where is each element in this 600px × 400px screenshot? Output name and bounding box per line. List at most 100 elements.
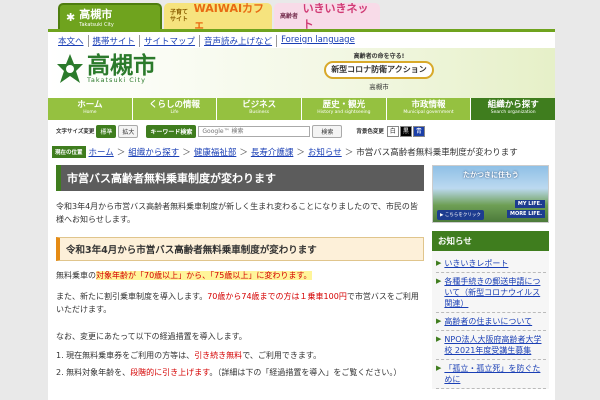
breadcrumb-separator: ＞ bbox=[296, 148, 305, 158]
portal-tab-city-sub: Takatsuki City bbox=[79, 22, 114, 28]
breadcrumb-separator: ＞ bbox=[239, 148, 248, 158]
site-logo[interactable]: 高槻市 Takatsuki City bbox=[56, 52, 156, 86]
banner-click-label: こちらをクリック bbox=[444, 213, 481, 218]
covid-campaign-banner[interactable]: 高齢者の命を守る! 新型コロナ防衛アクション 高槻市 bbox=[318, 51, 440, 95]
nav-life-label: くらしの情報 bbox=[149, 100, 201, 110]
site-frame: 本文へ 携帯サイト サイトマップ 音声読み上げなど Foreign langua… bbox=[48, 29, 556, 400]
portal-tab-waiwai-label: WAIWAIカフェ bbox=[193, 2, 265, 31]
search-input[interactable] bbox=[198, 125, 311, 137]
news-link-senior-college[interactable]: NPO法人大阪府高齢者大学校 2021年度受講生募集 bbox=[444, 334, 546, 356]
news-link-senior-housing[interactable]: 高齢者の住まいについて bbox=[444, 316, 532, 327]
transition-item-2-suffix: 。（詳細は下の「経過措置を導入」をご覧ください。） bbox=[209, 368, 402, 377]
page-title: 市営バス高齢者無料乗車制度が変わります bbox=[56, 165, 424, 191]
breadcrumb: 現在の位置 ホーム ＞ 組織から探す ＞ 健康福祉部 ＞ 長寿介護課 ＞ お知ら… bbox=[52, 146, 518, 158]
keyword-search-label: キーワード検索 bbox=[146, 124, 197, 138]
font-size-standard-button[interactable]: 標準 bbox=[96, 124, 117, 138]
transition-item-1: 1. 現在無料乗車券をご利用の方等は、引き続き無料で、ご利用できます。 bbox=[56, 349, 424, 362]
nav-history[interactable]: 歴史・観光 History and sightseeing bbox=[302, 98, 387, 120]
news-link-mail-application[interactable]: 各種手続きの郵送申請について（新型コロナウイルス関連） bbox=[444, 276, 546, 309]
breadcrumb-separator: ＞ bbox=[182, 148, 191, 158]
news-item: ▶ 高齢者の住まいについて bbox=[436, 313, 546, 331]
live-in-takatsuki-banner[interactable]: たかつきに住もう MY LIFE. MORE LIFE. ▶ こちらをクリック bbox=[432, 165, 549, 223]
banner-more-life: MORE LIFE. bbox=[506, 210, 545, 218]
link-mobile-site[interactable]: 携帯サイト bbox=[87, 35, 140, 47]
font-size-enlarge-button[interactable]: 拡大 bbox=[118, 124, 139, 138]
banner-my-life: MY LIFE. bbox=[514, 200, 545, 208]
news-item: ▶ いきいきレポート bbox=[436, 255, 546, 273]
paragraph-transition: なお、変更にあたって以下の経過措置を導入します。 bbox=[56, 332, 247, 341]
banner-title: たかつきに住もう bbox=[463, 171, 519, 179]
nav-municipal-en: Municipal government bbox=[403, 110, 454, 115]
breadcrumb-home[interactable]: ホーム bbox=[89, 146, 114, 158]
transition-item-1-prefix: 1. 現在無料乗車券をご利用の方等は、 bbox=[56, 351, 195, 360]
news-link-ikiiki-report[interactable]: いきいきレポート bbox=[444, 258, 508, 269]
transition-item-2-prefix: 2. 無料対象年齢を、 bbox=[56, 368, 131, 377]
nav-life[interactable]: くらしの情報 Life bbox=[133, 98, 218, 120]
news-item: ▶ 各種手続きの郵送申請について（新型コロナウイルス関連） bbox=[436, 273, 546, 313]
nav-organization-en: Search organization bbox=[490, 110, 536, 115]
breadcrumb-health-welfare[interactable]: 健康福祉部 bbox=[194, 146, 237, 158]
global-nav: ホーム Home くらしの情報 Life ビジネス Business 歴史・観光 His… bbox=[48, 98, 556, 120]
link-skip-to-content[interactable]: 本文へ bbox=[56, 35, 88, 47]
nav-history-label: 歴史・観光 bbox=[322, 100, 366, 110]
paragraph-age-change-prefix: 無料乗車の bbox=[56, 271, 96, 280]
portal-tab-city-label: 高槻市 bbox=[79, 8, 113, 21]
breadcrumb-longevity-care[interactable]: 長寿介護課 bbox=[251, 146, 294, 158]
right-sidebar: たかつきに住もう MY LIFE. MORE LIFE. ▶ こちらをクリック … bbox=[432, 165, 549, 389]
arrow-right-icon: ▶ bbox=[436, 364, 442, 372]
portal-tab-ikiiki[interactable]: 高齢者 いきいきネット bbox=[274, 2, 380, 31]
bg-blue-button[interactable]: 青 bbox=[412, 125, 425, 137]
main-content: 市営バス高齢者無料乗車制度が変わります 令和3年4月から市営バス高齢者無料乗車制… bbox=[56, 165, 424, 379]
link-sitemap[interactable]: サイトマップ bbox=[139, 35, 199, 47]
nav-home-label: ホーム bbox=[77, 100, 103, 110]
paragraph-age-change: 無料乗車の対象年齢が「70歳以上」から、「75歳以上」に変わります。 bbox=[56, 269, 424, 282]
portal-tab-waiwai-sub: 子育てサイト bbox=[170, 9, 189, 23]
campaign-top-text: 高齢者の命を守る! bbox=[353, 53, 405, 60]
nav-business-label: ビジネス bbox=[242, 100, 277, 110]
breadcrumb-separator: ＞ bbox=[116, 148, 126, 158]
transition-item-1-highlight: 引き続き無料 bbox=[194, 351, 243, 360]
tools-bar: 文字サイズ変更 標準 拡大 キーワード検索 検索 背景色変更 白 黒 青 bbox=[48, 122, 555, 140]
portal-tabs: ✱ 高槻市 Takatsuki City 子育てサイト WAIWAIカフェ 高齢者… bbox=[58, 2, 380, 31]
news-heading: お知らせ bbox=[432, 231, 549, 251]
campaign-main-text: 新型コロナ防衛アクション bbox=[324, 61, 434, 79]
news-link-isolation[interactable]: 「孤立・孤立死」を防ぐために bbox=[444, 363, 546, 385]
campaign-bottom-text: 高槻市 bbox=[369, 83, 389, 91]
arrow-right-icon: ▶ bbox=[436, 277, 442, 285]
search-button[interactable]: 検索 bbox=[312, 124, 343, 138]
portal-tab-ikiiki-sub: 高齢者 bbox=[280, 12, 299, 20]
bg-color-label: 背景色変更 bbox=[356, 129, 384, 135]
nav-business-en: Business bbox=[249, 110, 270, 115]
bg-black-button[interactable]: 黒 bbox=[399, 125, 412, 137]
nav-home[interactable]: ホーム Home bbox=[48, 98, 133, 120]
site-header: 高槻市 Takatsuki City 高齢者の命を守る! 新型コロナ防衛アクショ… bbox=[48, 48, 555, 98]
transition-item-2: 2. 無料対象年齢を、段階的に引き上げます。（詳細は下の「経過措置を導入」をご覧… bbox=[56, 366, 424, 379]
portal-tab-city[interactable]: ✱ 高槻市 Takatsuki City bbox=[58, 3, 162, 29]
page: ✱ 高槻市 Takatsuki City 子育てサイト WAIWAIカフェ 高齢者… bbox=[0, 0, 600, 400]
arrow-right-icon: ▶ bbox=[436, 317, 442, 325]
portal-tab-ikiiki-label: いきいきネット bbox=[302, 2, 369, 31]
breadcrumb-notices[interactable]: お知らせ bbox=[308, 146, 342, 158]
link-voice-reading[interactable]: 音声読み上げなど bbox=[199, 35, 276, 47]
nav-history-en: History and sightseeing bbox=[317, 110, 371, 115]
nav-life-en: Life bbox=[170, 110, 179, 115]
nav-business[interactable]: ビジネス Business bbox=[217, 98, 303, 120]
bg-white-button[interactable]: 白 bbox=[386, 125, 399, 137]
news-list: ▶ いきいきレポート ▶ 各種手続きの郵送申請について（新型コロナウイルス関連） ▶… bbox=[432, 251, 549, 389]
breadcrumb-badge: 現在の位置 bbox=[52, 146, 86, 158]
news-item: ▶ NPO法人大阪府高齢者大学校 2021年度受講生募集 bbox=[436, 331, 546, 360]
breadcrumb-organization[interactable]: 組織から探す bbox=[128, 146, 179, 158]
banner-click-button: ▶ こちらをクリック bbox=[437, 210, 484, 220]
arrow-right-icon: ▶ bbox=[436, 259, 442, 267]
paragraph-discount: また、新たに割引乗車制度を導入します。70歳から74歳までの方は１乗車100円で… bbox=[56, 290, 424, 316]
transition-item-1-suffix: で、ご利用できます。 bbox=[242, 351, 322, 360]
font-size-label: 文字サイズ変更 bbox=[56, 129, 95, 135]
portal-tab-waiwai[interactable]: 子育てサイト WAIWAIカフェ bbox=[164, 2, 272, 31]
nav-organization[interactable]: 組織から探す Search organization bbox=[471, 98, 556, 120]
link-foreign-language[interactable]: Foreign language bbox=[276, 35, 359, 47]
arrow-right-icon: ▶ bbox=[436, 335, 442, 343]
nav-municipal[interactable]: 市政情報 Municipal government bbox=[387, 98, 472, 120]
site-logo-title: 高槻市 bbox=[87, 52, 156, 80]
nav-organization-label: 組織から探す bbox=[487, 100, 539, 110]
breadcrumb-separator: ＞ bbox=[344, 148, 354, 158]
